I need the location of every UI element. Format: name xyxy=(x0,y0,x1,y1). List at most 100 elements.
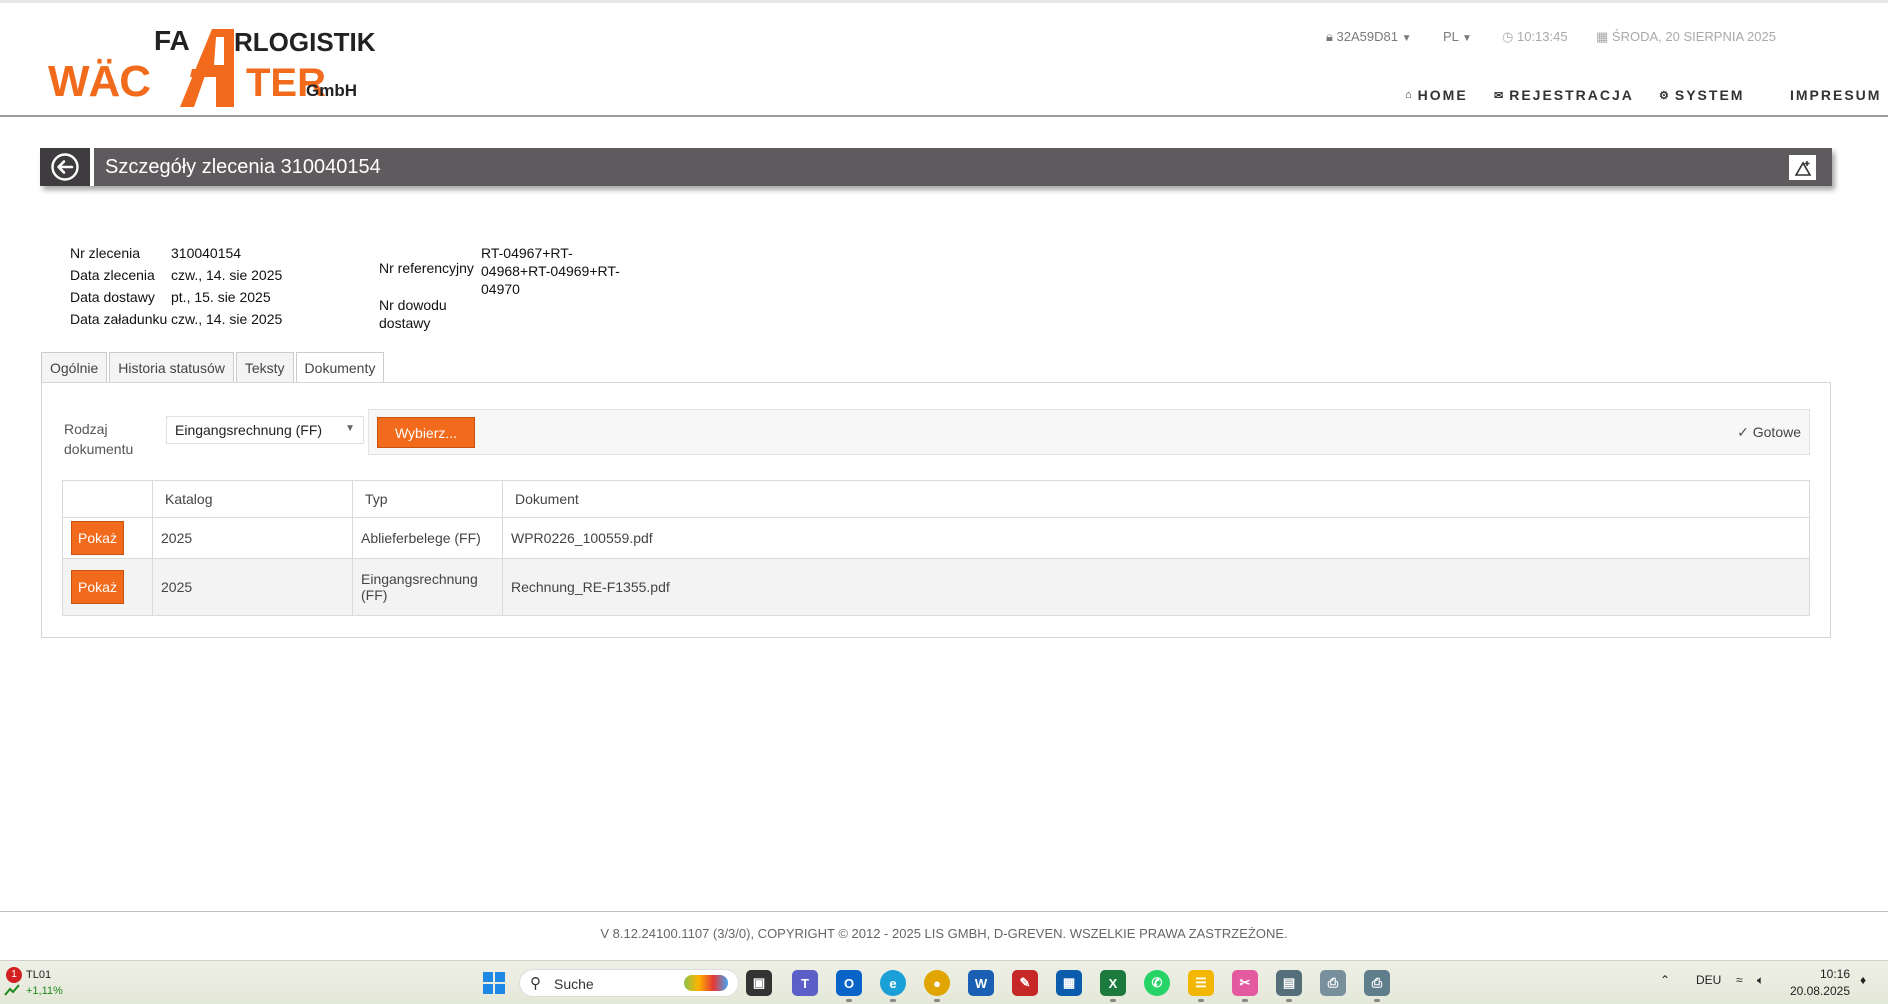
teams-icon[interactable]: T xyxy=(792,970,818,996)
current-date: ŚRODA, 20 SIERPNIA 2025 xyxy=(1611,29,1776,44)
search-highlight-icon xyxy=(684,975,728,991)
document-cell: WPR0226_100559.pdf xyxy=(502,517,1810,559)
network-icon: ⚙ xyxy=(1659,89,1669,102)
os-taskbar: 1 TL01 +1,11% ⚲ Suche ▣ T O e ● W ✎ ▦ X … xyxy=(0,961,1888,1004)
chevron-down-icon: ▼ xyxy=(1462,33,1472,44)
catalog-cell: 2025 xyxy=(152,517,353,559)
upload-zone[interactable]: Wybierz... ✓ Gotowe xyxy=(368,409,1810,455)
chevron-up-icon[interactable]: ⌃ xyxy=(1660,973,1670,987)
logo-text-rlogistik: RLOGISTIK xyxy=(234,27,376,57)
upload-status-label: Gotowe xyxy=(1752,424,1801,440)
upload-status: ✓ Gotowe xyxy=(1737,424,1801,441)
type-cell: Ablieferbelege (FF) xyxy=(352,517,503,559)
page-title-bar: Szczegóły zlecenia 310040154 xyxy=(40,148,1832,186)
notification-badge: 1 xyxy=(6,967,22,983)
system-clock[interactable]: 10:16 20.08.2025 xyxy=(1780,966,1850,1000)
tab-general[interactable]: Ogólnie xyxy=(41,352,108,382)
document-type-select[interactable]: Eingangsrechnung (FF) ▼ xyxy=(166,416,364,444)
pdf-reader-icon[interactable]: ✎ xyxy=(1012,970,1038,996)
footer-divider xyxy=(0,911,1888,912)
nav-home[interactable]: ⌂ HOME xyxy=(1405,87,1468,103)
wifi-icon[interactable]: ≈ xyxy=(1736,973,1743,987)
table-header-row: Katalog Typ Dokument xyxy=(62,480,1810,518)
logo-text-gmbh: GmbH xyxy=(306,81,357,100)
ticker-name: TL01 xyxy=(26,969,52,981)
file-explorer-icon[interactable]: ☰ xyxy=(1188,970,1214,1002)
document-cell: Rechnung_RE-F1355.pdf xyxy=(502,558,1810,616)
detail-label: Data zlecenia xyxy=(70,267,155,283)
reference-value: RT-04967+RT-04968+RT-04969+RT-04970 xyxy=(481,245,620,297)
word-icon[interactable]: W xyxy=(968,970,994,996)
scanner-icon[interactable]: ▤ xyxy=(1276,970,1302,1002)
language-value: PL xyxy=(1443,29,1459,44)
header: FA RLOGISTIK WÄC TER GmbH 🔒︎ 32A59D81 ▼ … xyxy=(0,3,1888,117)
fax-icon[interactable]: ⎙ xyxy=(1364,970,1390,1002)
edit-button[interactable] xyxy=(1789,155,1816,180)
logo-text-wac: WÄC xyxy=(48,57,151,106)
printer-icon[interactable]: ⎙ xyxy=(1320,970,1346,996)
detail-value: 310040154 xyxy=(171,245,242,261)
nav-registration-label: REJESTRACJA xyxy=(1509,87,1634,103)
chevron-down-icon: ▼ xyxy=(345,423,355,434)
nav-system[interactable]: ⚙ SYSTEM xyxy=(1659,87,1744,103)
delivery-note-label: Nr dowodu dostawy xyxy=(379,297,447,331)
documents-table: Katalog Typ Dokument Pokaż 2025 Abliefer… xyxy=(62,480,1810,616)
show-document-button[interactable]: Pokaż xyxy=(71,521,124,555)
envelope-icon: ✉ xyxy=(1494,89,1504,102)
keyboard-language[interactable]: DEU xyxy=(1696,973,1721,987)
choose-file-button[interactable]: Wybierz... xyxy=(377,417,475,448)
back-button[interactable] xyxy=(40,148,90,186)
table-row: Pokaż 2025 Eingangsrechnung (FF) Rechnun… xyxy=(62,558,1810,616)
snipping-tool-icon[interactable]: ✂ xyxy=(1232,970,1258,1002)
detail-label: Nr zlecenia xyxy=(70,245,141,261)
table-row: Pokaż 2025 Ablieferbelege (FF) WPR0226_1… xyxy=(62,517,1810,559)
documents-panel: Rodzaj dokumentu Eingangsrechnung (FF) ▼… xyxy=(41,382,1831,638)
whatsapp-icon[interactable]: ✆ xyxy=(1144,970,1170,996)
outlook-icon[interactable]: O xyxy=(836,970,862,1002)
logo-text-fa: FA xyxy=(154,25,190,56)
user-id: 32A59D81 xyxy=(1336,29,1398,44)
action-cell: Pokaż xyxy=(62,558,153,616)
page-title: Szczegóły zlecenia 310040154 xyxy=(105,156,381,178)
chrome-icon[interactable]: ● xyxy=(924,970,950,1002)
stock-ticker-widget[interactable]: 1 TL01 +1,11% xyxy=(4,967,74,1001)
speaker-icon[interactable]: 🔈︎ xyxy=(1757,973,1764,988)
checkmark-icon: ✓ xyxy=(1737,424,1749,440)
search-placeholder: Suche xyxy=(554,976,594,992)
clock-icon: ◷ xyxy=(1502,29,1514,44)
document-type-label-text: Rodzaj dokumentu xyxy=(64,421,134,457)
trend-up-icon xyxy=(4,984,20,996)
language-selector[interactable]: PL ▼ xyxy=(1443,29,1472,44)
document-type-value: Eingangsrechnung (FF) xyxy=(175,422,323,438)
detail-label: Data załadunku xyxy=(70,311,168,327)
system-time: 10:16 xyxy=(1819,967,1850,981)
tab-texts[interactable]: Teksty xyxy=(235,352,294,382)
column-header-type: Typ xyxy=(352,480,503,518)
system-date: 20.08.2025 xyxy=(1789,984,1850,998)
nav-registration[interactable]: ✉ REJESTRACJA xyxy=(1494,87,1634,103)
arrow-left-circle-icon xyxy=(51,153,79,181)
start-button[interactable] xyxy=(482,971,506,1000)
triangle-plus-icon xyxy=(1794,160,1811,176)
taskbar-search[interactable]: ⚲ Suche xyxy=(519,969,739,997)
user-menu[interactable]: 🔒︎ 32A59D81 ▼ xyxy=(1326,29,1412,45)
document-type-label: Rodzaj dokumentu xyxy=(64,419,154,459)
ticker-change: +1,11% xyxy=(26,985,63,997)
windows-logo-icon xyxy=(483,972,505,994)
task-view-icon[interactable]: ▣ xyxy=(746,970,772,996)
tab-documents[interactable]: Dokumenty xyxy=(295,352,385,383)
store-icon[interactable]: ▦ xyxy=(1056,970,1082,996)
catalog-cell: 2025 xyxy=(152,558,353,616)
notification-bell-icon[interactable]: ♦ xyxy=(1860,973,1866,987)
show-document-button[interactable]: Pokaż xyxy=(71,570,124,604)
edge-icon[interactable]: e xyxy=(880,970,906,1002)
excel-icon[interactable]: X xyxy=(1100,970,1126,1002)
action-cell: Pokaż xyxy=(62,517,153,559)
nav-impressum-label: IMPRESUM xyxy=(1790,87,1882,103)
company-logo[interactable]: FA RLOGISTIK WÄC TER GmbH xyxy=(48,25,376,107)
detail-value: czw., 14. sie 2025 xyxy=(171,267,283,283)
date-display: ▦ ŚRODA, 20 SIERPNIA 2025 xyxy=(1596,29,1776,45)
tab-status-history[interactable]: Historia statusów xyxy=(109,352,234,382)
lock-icon: 🔒︎ xyxy=(1326,29,1333,44)
nav-impressum[interactable]: IMPRESUM xyxy=(1790,87,1881,103)
